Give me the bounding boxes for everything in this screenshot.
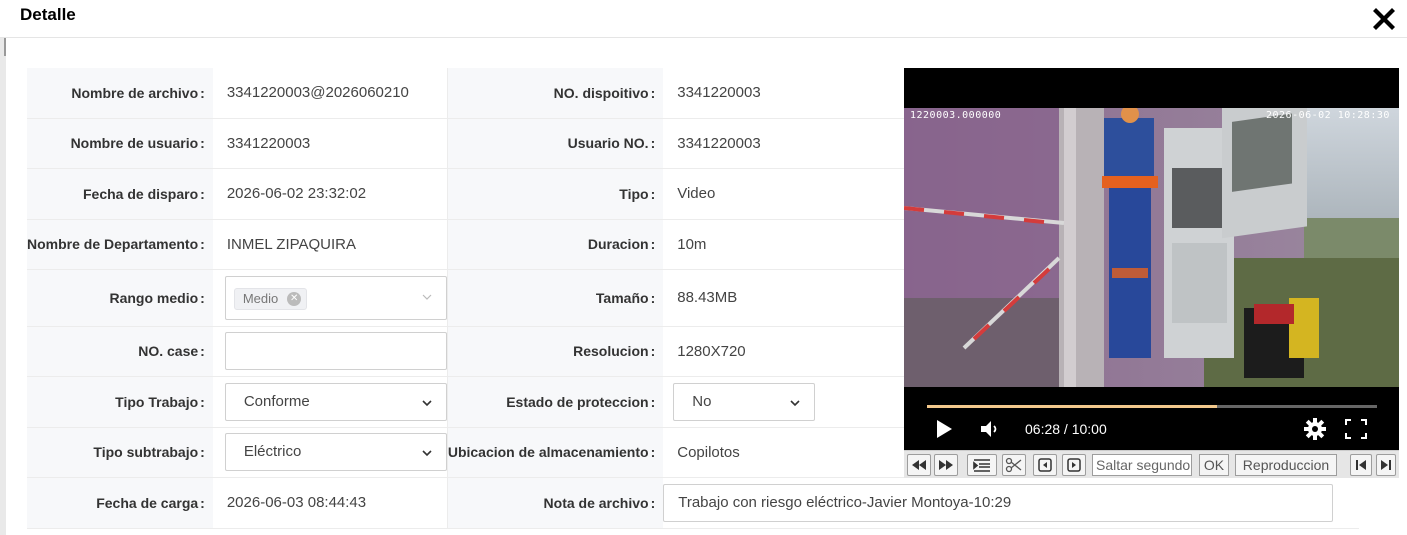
video-player[interactable]: 1220003.000000 2026-06-02 10:28:30 06:28… <box>904 68 1399 450</box>
field-label: NO. case: <box>27 326 213 377</box>
file-name-value: 3341220003@2026060210 <box>212 68 448 119</box>
field-label: Fecha de carga: <box>27 477 213 529</box>
play-icon[interactable] <box>935 419 953 439</box>
osd-datetime-text: 2026-06-02 10:28:30 <box>1266 110 1390 121</box>
field-label: NO. dispoitivo: <box>447 68 664 119</box>
rewind-button[interactable] <box>907 454 931 476</box>
clip-button[interactable] <box>1002 454 1026 476</box>
field-label: Tipo: <box>447 168 664 220</box>
osd-device-text: 1220003.000000 <box>910 110 1001 121</box>
field-label: Nombre de usuario: <box>27 118 213 169</box>
field-label: Nombre de Departamento: <box>27 219 213 270</box>
subwork-type-select[interactable]: Eléctrico <box>224 433 447 471</box>
remove-tag-icon[interactable]: ✕ <box>287 291 302 306</box>
seek-seconds-input[interactable]: Saltar segundo <box>1092 454 1192 476</box>
trigger-date-value: 2026-06-02 23:32:02 <box>212 168 448 220</box>
field-label: Fecha de disparo: <box>27 168 213 220</box>
scissors-icon <box>1005 457 1022 473</box>
list-icon <box>973 459 990 472</box>
field-label: Nota de archivo: <box>447 477 664 529</box>
field-label: Ubicacion de almacenamiento: <box>447 427 664 478</box>
fast-forward-button[interactable] <box>934 454 958 476</box>
field-label: Rango medio: <box>27 269 213 327</box>
range-select[interactable]: Medio ✕ <box>224 275 447 320</box>
playback-button[interactable]: Reproduccion <box>1235 454 1337 476</box>
note-input[interactable]: Trabajo con riesgo eléctrico-Javier Mont… <box>663 483 1334 522</box>
case-no-input[interactable] <box>224 332 447 370</box>
field-label: Tipo Trabajo: <box>27 376 213 428</box>
skip-start-icon <box>1356 460 1366 470</box>
chevron-down-icon <box>422 450 432 457</box>
skip-end-icon <box>1381 460 1391 470</box>
ok-button[interactable]: OK <box>1199 454 1229 476</box>
field-label: Tipo subtrabajo: <box>27 427 213 478</box>
chevron-down-icon <box>422 294 432 300</box>
dialog-title: Detalle <box>20 5 76 24</box>
video-progress-fill <box>927 405 1218 408</box>
list-button[interactable] <box>967 454 997 476</box>
subwork-type-selected: Eléctrico <box>243 443 302 460</box>
field-label: Estado de proteccion: <box>447 376 664 428</box>
upload-date-value: 2026-06-03 08:44:43 <box>212 477 448 529</box>
gear-icon[interactable] <box>1304 418 1326 440</box>
first-button[interactable] <box>1350 454 1372 476</box>
chevron-down-icon <box>790 399 800 406</box>
playback-toolbar: Saltar segundo OK Reproduccion <box>904 450 1399 478</box>
protection-select[interactable]: No <box>673 382 816 421</box>
work-type-selected: Conforme <box>243 392 310 410</box>
rewind-icon <box>912 460 926 470</box>
field-label: Nombre de archivo: <box>27 68 213 119</box>
chevron-down-icon <box>422 399 432 406</box>
field-label: Tamaño: <box>447 269 664 327</box>
fast-forward-icon <box>939 460 953 470</box>
next-frame-button[interactable] <box>1062 454 1086 476</box>
field-label: Duracion: <box>447 219 664 270</box>
range-tag-label: Medio <box>242 290 279 306</box>
volume-icon[interactable] <box>980 419 1002 439</box>
video-frame: 1220003.000000 2026-06-02 10:28:30 <box>904 108 1399 387</box>
fullscreen-icon[interactable] <box>1345 419 1367 439</box>
video-progress-bar[interactable] <box>927 405 1377 408</box>
work-type-select[interactable]: Conforme <box>224 382 447 421</box>
previous-frame-icon <box>1038 458 1052 472</box>
next-frame-icon <box>1067 458 1081 472</box>
range-tag: Medio ✕ <box>233 287 308 310</box>
department-value: INMEL ZIPAQUIRA <box>212 219 448 270</box>
protection-selected: No <box>692 392 712 410</box>
last-button[interactable] <box>1376 454 1396 476</box>
form-row: Fecha de carga: 2026-06-03 08:44:43 Nota… <box>27 477 1360 529</box>
field-label: Resolucion: <box>447 326 664 377</box>
close-icon[interactable] <box>1369 4 1399 34</box>
field-label: Usuario NO.: <box>447 118 664 169</box>
video-time: 06:28 / 10:00 <box>1025 421 1107 437</box>
left-edge-handle <box>0 36 6 535</box>
previous-frame-button[interactable] <box>1033 454 1057 476</box>
dialog-header: Detalle <box>0 0 1407 38</box>
user-name-value: 3341220003 <box>212 118 448 169</box>
